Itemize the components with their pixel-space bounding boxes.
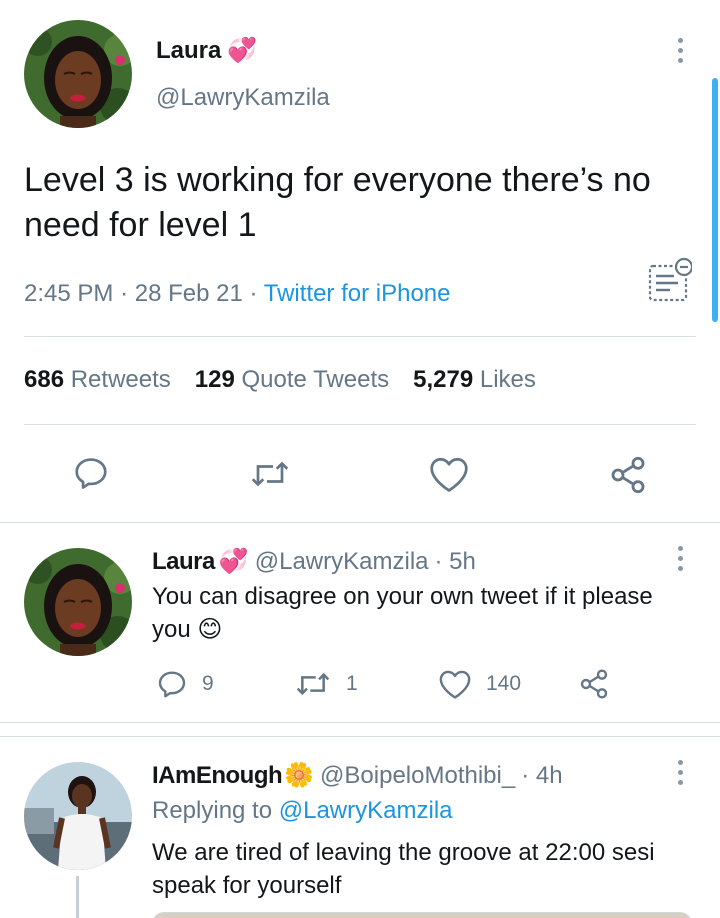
more-vertical-icon[interactable] [670,542,690,574]
reply-time: · 5h [434,547,476,575]
retweets-stat[interactable]: 686 Retweets [24,366,171,394]
like-icon [430,457,468,492]
heart-emoji: 💞 [227,37,258,64]
likes-stat[interactable]: 5,279 Likes [413,366,536,394]
replying-prefix: Replying to [152,797,273,824]
reply-text: You can disagree on your own tweet if it… [152,583,653,643]
share-button[interactable] [578,668,610,700]
reply-header: Laura 💞 @LawryKamzila · 5h [152,547,476,576]
more-vertical-icon[interactable] [670,756,690,788]
tweet-stats: 686 Retweets 129 Quote Tweets 5,279 Like… [24,366,536,394]
notes-icon[interactable] [646,256,694,309]
reply-avatar[interactable] [24,548,132,656]
reply-author-handle[interactable]: @BoipeloMothibi_ [320,762,515,790]
retweet-button[interactable]: 1 [294,668,358,700]
reply-author-name[interactable]: IAmEnough [152,762,283,790]
main-avatar[interactable] [24,20,132,128]
divider [0,722,720,723]
tweet-time: 2:45 PM [24,280,114,307]
flower-emoji: 🌼 [284,762,315,789]
quote-tweets-stat[interactable]: 129 Quote Tweets [195,366,389,394]
reply-avatar[interactable] [24,762,132,870]
share-icon [580,669,608,699]
retweet-count: 1 [346,672,358,695]
reply-author-name[interactable]: Laura [152,548,215,576]
share-icon [611,456,645,494]
tweet-source[interactable]: Twitter for iPhone [264,280,451,307]
like-button[interactable]: 140 [438,668,521,700]
like-icon [439,670,471,699]
reply-header: IAmEnough 🌼 @BoipeloMothibi_ · 4h [152,761,563,790]
like-button[interactable] [428,455,470,493]
tweet-date: 28 Feb 21 [134,280,243,307]
tweet-meta: 2:45 PM · 28 Feb 21 · Twitter for iPhone [24,280,451,307]
reply-icon [158,671,186,698]
share-button[interactable] [608,455,648,495]
divider [24,336,696,337]
retweet-button[interactable] [248,456,292,492]
replying-mention[interactable]: @LawryKamzila [279,797,453,824]
divider [24,424,696,425]
reply-text: We are tired of leaving the groove at 22… [152,839,655,899]
reply-button[interactable] [72,454,110,492]
main-author-name[interactable]: Laura 💞 [156,36,257,65]
tweet-text: Level 3 is working for everyone there’s … [24,161,651,244]
divider [0,522,720,523]
thread-line [76,876,79,918]
media-preview[interactable] [152,912,692,918]
scrollbar[interactable] [712,78,718,322]
reply-time: · 4h [521,761,563,789]
reply-icon [75,458,107,489]
heart-emoji: 💞 [218,548,249,575]
author-name-text: Laura [156,36,222,64]
divider [0,736,720,737]
reply-count: 9 [202,672,214,695]
replying-to: Replying to @LawryKamzila [152,797,453,825]
reply-button[interactable]: 9 [156,668,214,700]
retweet-icon [296,672,330,696]
like-count: 140 [486,672,522,695]
reply-author-handle[interactable]: @LawryKamzila [255,548,429,576]
main-author-handle[interactable]: @LawryKamzila [156,84,330,112]
retweet-icon [251,461,289,487]
more-vertical-icon[interactable] [670,34,690,66]
